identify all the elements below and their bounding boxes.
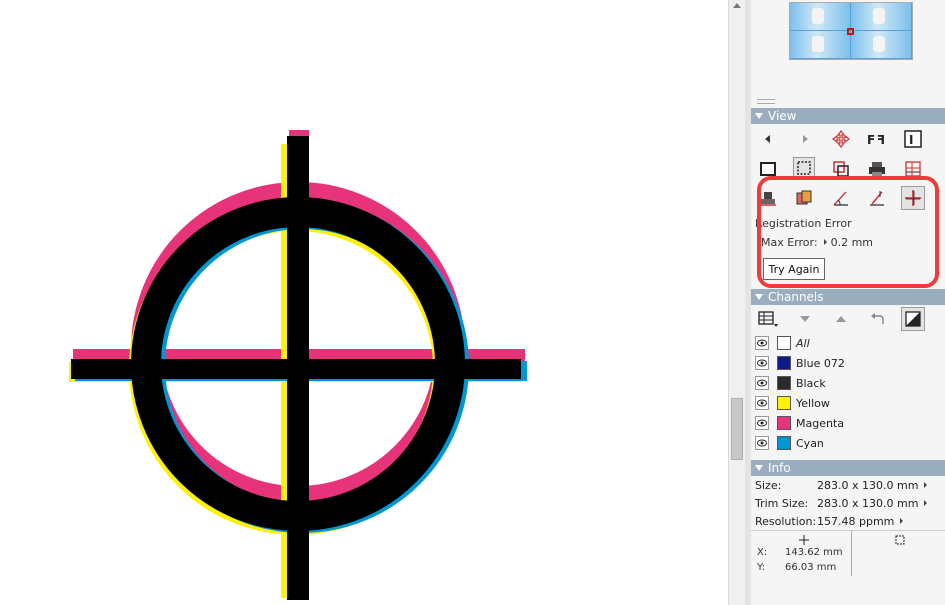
scroll-up-icon[interactable] [733,3,741,8]
collapse-icon [755,113,763,119]
svg-text:F: F [867,133,875,146]
try-again-button[interactable]: Try Again [763,258,825,280]
max-error-value: 0.2 mm [830,236,873,249]
caret-right-icon[interactable] [924,482,928,488]
size-label: Size: [755,479,782,492]
print-icon[interactable] [866,158,888,180]
flip-icon[interactable]: FF [865,128,887,150]
back-icon[interactable] [757,128,779,150]
trim-size-label: Trim Size: [755,497,809,510]
channel-swatch [777,356,791,370]
collapse-icon [755,465,763,471]
black-plate [71,136,521,600]
grid-icon[interactable] [902,158,924,180]
channel-row-magenta[interactable]: Magenta [755,415,941,433]
channel-swatch [777,416,791,430]
channel-swatch [777,436,791,450]
trim-box-icon[interactable] [793,157,815,179]
size-value[interactable]: 283.0 x 130.0 mm [817,479,928,492]
resize-grip-icon[interactable] [757,99,775,104]
eye-icon[interactable] [755,356,769,370]
channel-row-blue-072[interactable]: Blue 072 [755,355,941,373]
measure-icon[interactable] [866,187,888,209]
svg-text:I: I [909,133,913,147]
navigator [751,0,945,105]
eye-icon[interactable] [755,376,769,390]
channel-row-black[interactable]: Black [755,375,941,393]
channel-row-yellow[interactable]: Yellow [755,395,941,413]
channel-label: Cyan [796,437,824,450]
eye-icon[interactable] [755,396,769,410]
cursor-coordinates: X: 143.62 mm Y: 66.03 mm [751,530,945,576]
side-panel: View FF I Registration Error Max Error: … [751,0,945,605]
page-thumbnail[interactable] [789,2,913,60]
channel-layout-icon[interactable] [757,308,779,330]
caret-right-icon[interactable] [924,500,928,506]
channels-section-header[interactable]: Channels [751,289,945,305]
registration-icon[interactable] [901,186,925,210]
channel-swatch [777,336,791,350]
pan-icon[interactable] [830,128,852,150]
contrast-icon[interactable] [901,307,925,331]
resolution-label: Resolution: [755,515,817,528]
channel-label: Blue 072 [796,357,845,370]
registration-mark [69,130,527,600]
channel-label: All [796,337,810,350]
eye-icon[interactable] [755,336,769,350]
vertical-scrollbar[interactable] [728,0,745,605]
eye-icon[interactable] [755,436,769,450]
view-section-header[interactable]: View [751,108,945,124]
x-value: 143.62 mm [785,547,843,558]
x-label: X: [757,547,768,558]
channel-label: Magenta [796,417,845,430]
stamp-icon[interactable] [757,187,779,209]
page-frame-icon[interactable] [757,158,779,180]
trim-size-value[interactable]: 283.0 x 130.0 mm [817,497,928,510]
eye-icon[interactable] [755,416,769,430]
info-section-header[interactable]: Info [751,460,945,476]
forward-icon[interactable] [794,128,816,150]
resolution-value[interactable]: 157.48 ppmm [817,515,904,528]
move-down-icon[interactable] [794,308,816,330]
move-up-icon[interactable] [830,308,852,330]
max-error-label: Max Error: [761,236,818,249]
channel-row-all[interactable]: All [755,335,941,353]
y-label: Y: [757,562,766,573]
scrollbar-thumb[interactable] [731,398,743,460]
selection-icon [895,535,905,545]
channel-swatch [777,396,791,410]
document-canvas[interactable] [0,0,728,605]
text-info-icon[interactable]: I [902,128,924,150]
channel-swatch [777,376,791,390]
viewport-indicator[interactable] [847,28,854,35]
caret-right-icon[interactable] [823,239,827,245]
angle-icon[interactable] [830,187,852,209]
channel-label: Yellow [796,397,830,410]
registration-error-title: Registration Error [755,217,852,230]
channel-label: Black [796,377,826,390]
channel-row-cyan[interactable]: Cyan [755,435,941,453]
y-value: 66.03 mm [785,562,837,573]
undo-icon[interactable] [866,308,888,330]
crosshair-icon [799,535,809,545]
overlay-icon[interactable] [793,187,815,209]
max-error-row: Max Error: 0.2 mm [761,236,873,249]
separations-icon[interactable] [830,158,852,180]
svg-text:F: F [877,133,885,146]
collapse-icon [755,294,763,300]
caret-right-icon[interactable] [900,518,904,524]
